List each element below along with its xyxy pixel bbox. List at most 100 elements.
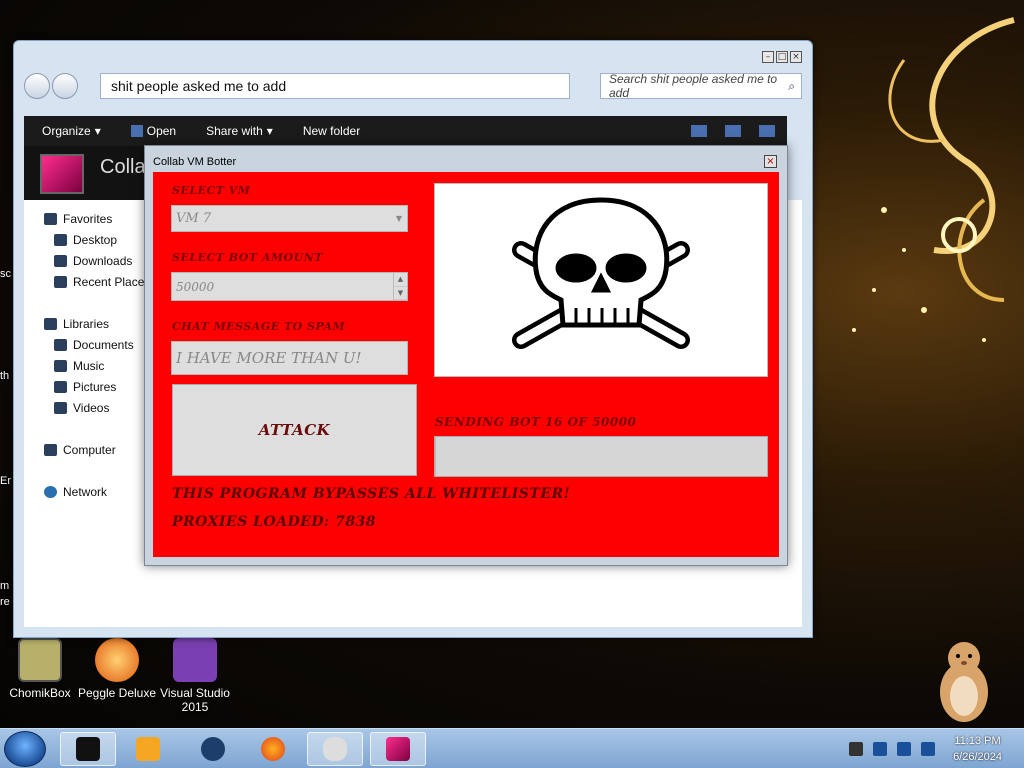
bypass-notice: THIS PROGRAM BYPASSES ALL WHITELISTER! [172,486,571,502]
network-tray-icon[interactable] [897,742,911,756]
taskbar-firefox[interactable] [245,732,301,766]
skull-crossbones-icon [512,197,690,349]
vm-select-value: VM 7 [176,211,212,226]
desktop-icon-chomikbox[interactable]: ChomikBox [0,638,80,700]
share-with-button[interactable]: Share with ▾ [206,124,273,138]
desktop-label-cut: th [0,370,10,382]
chat-message-value: I HAVE MORE THAN U! [176,349,362,367]
taskbar-explorer[interactable] [60,732,116,766]
documents-icon [54,339,67,351]
taskbar-botter[interactable] [370,732,426,766]
clock-time: 11:13 PM [954,735,1001,747]
firefox-icon [261,737,285,761]
start-button[interactable] [4,731,46,767]
nav-recent-places[interactable]: Recent Places [54,275,150,289]
nav-downloads[interactable]: Downloads [54,254,132,268]
chevron-down-icon[interactable]: ▼ [394,287,407,300]
nav-music[interactable]: Music [54,359,104,373]
preview-pane-icon[interactable] [725,125,741,137]
mouse-icon [323,737,347,761]
tray-expand-icon[interactable] [849,742,863,756]
close-button[interactable]: × [790,51,802,63]
chat-message-input[interactable]: I HAVE MORE THAN U! [171,341,408,375]
skull-image [434,183,768,377]
media-player-icon [136,737,160,761]
progress-bar [434,436,768,477]
view-controls [691,125,775,137]
volume-icon[interactable] [921,742,935,756]
help-icon[interactable] [759,125,775,137]
hamster-image [940,642,988,722]
music-icon [54,360,67,372]
chomikbox-icon [18,638,62,682]
botter-body: SELECT VM VM 7 ▼ SELECT BOT AMOUNT 50000… [153,172,779,557]
nav-computer[interactable]: Computer [44,443,116,457]
chat-message-label: CHAT MESSAGE TO SPAM [172,320,346,333]
nav-label: Favorites [63,212,113,226]
search-input[interactable]: Search shit people asked me to add ⌕ [600,72,802,100]
address-row: shit people asked me to add Search shit … [24,69,802,103]
minimize-button[interactable]: – [762,51,774,63]
address-bar[interactable]: shit people asked me to add [100,73,570,99]
attack-button[interactable]: ATTACK [172,384,417,476]
open-button[interactable]: Open [130,124,177,138]
peggle-icon [95,638,139,682]
chevron-down-icon: ▾ [266,124,273,138]
open-label: Open [146,124,177,138]
share-with-label: Share with [206,124,263,138]
nav-libraries[interactable]: Libraries [44,317,109,331]
folder-icon [76,737,100,761]
bot-amount-value: 50000 [176,279,215,294]
sending-status: SENDING BOT 16 OF 50000 [435,415,637,429]
taskbar-app[interactable] [185,732,241,766]
bot-amount-stepper[interactable]: 50000 ▲ ▼ [171,272,408,301]
nav-label: Libraries [63,317,110,331]
nav-pictures[interactable]: Pictures [54,380,116,394]
botter-app-icon [386,737,410,761]
desktop-label-cut: sc [0,268,11,280]
nav-network[interactable]: Network [44,485,107,499]
clock[interactable]: 11:13 PM 6/26/2024 [953,733,1002,765]
search-icon: ⌕ [788,78,795,93]
organize-button[interactable]: Organize ▾ [42,124,101,138]
tray-app-icon[interactable] [873,742,887,756]
nav-label: Pictures [73,380,117,394]
nav-videos[interactable]: Videos [54,401,109,415]
star-icon [44,213,57,225]
desktop-icon-visual-studio[interactable]: Visual Studio 2015 [155,638,235,714]
desktop-icon-label: ChomikBox [9,686,71,700]
desktop-icon-peggle[interactable]: Peggle Deluxe [77,638,157,700]
libraries-icon [44,318,57,330]
taskbar-mouse-app[interactable] [307,732,363,766]
nav-label: Music [73,359,105,373]
select-vm-label: SELECT VM [172,184,251,197]
desktop-icon-label: Peggle Deluxe [77,686,157,700]
proxies-loaded: PROXIES LOADED: 7838 [172,514,377,530]
recent-places-icon [54,276,67,288]
command-bar: Organize ▾ Open Share with ▾ New folder [24,116,787,146]
view-icon[interactable] [691,125,707,137]
wallpaper-swirl [852,17,1015,342]
nav-desktop[interactable]: Desktop [54,233,117,247]
nav-label: Videos [73,401,110,415]
nav-label: Desktop [73,233,118,247]
new-folder-button[interactable]: New folder [303,124,360,138]
nav-label: Network [63,485,108,499]
taskbar: 11:13 PM 6/26/2024 [0,728,1024,768]
maximize-button[interactable]: □ [776,51,788,63]
stepper-buttons[interactable]: ▲ ▼ [393,273,407,300]
nav-documents[interactable]: Documents [54,338,134,352]
pictures-icon [54,381,67,393]
vm-select[interactable]: VM 7 ▼ [171,205,408,232]
taskbar-media-player[interactable] [120,732,176,766]
chevron-up-icon[interactable]: ▲ [394,273,407,287]
nav-favorites[interactable]: Favorites [44,212,112,226]
desktop-label-cut: m [0,580,10,592]
close-button[interactable]: × [764,155,777,168]
clock-date: 6/26/2024 [953,751,1002,763]
globe-icon [201,737,225,761]
forward-button[interactable] [52,73,78,99]
back-button[interactable] [24,73,50,99]
botter-window: Collab VM Botter × SELECT VM VM 7 ▼ SELE… [144,145,788,566]
folder-logo-icon [40,154,84,194]
